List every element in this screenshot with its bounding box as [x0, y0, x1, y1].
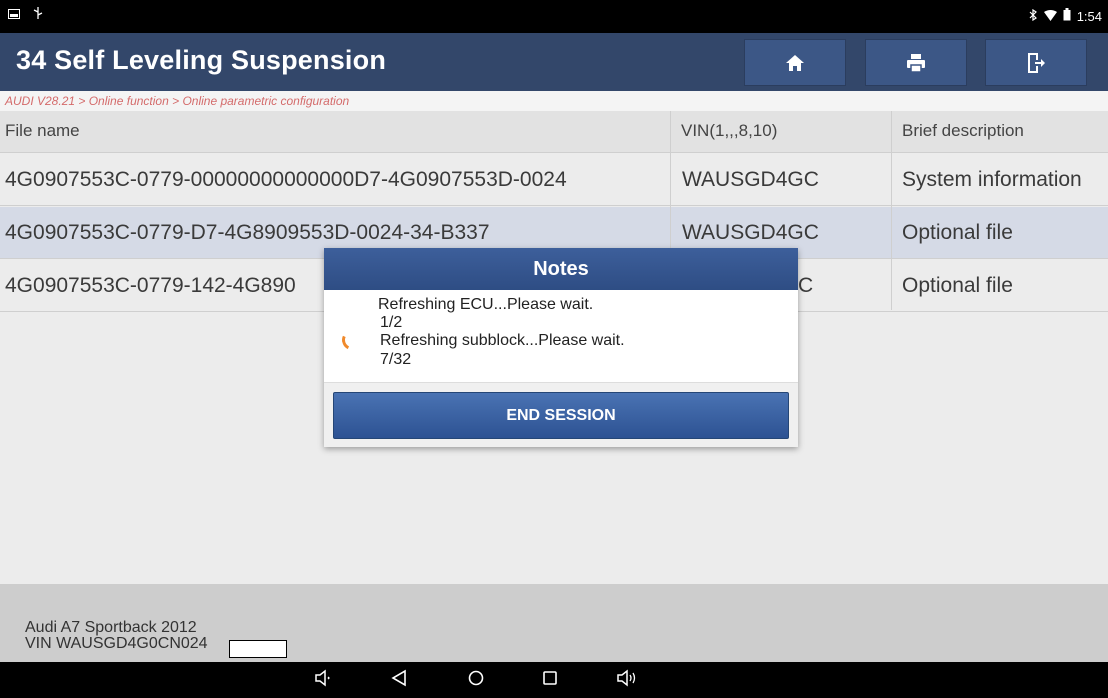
description-cell: System information	[902, 168, 1082, 191]
status-bar: 1:54	[0, 0, 1108, 33]
status-bar-left	[8, 7, 44, 22]
back-icon[interactable]	[391, 669, 407, 691]
column-header-description: Brief description	[902, 121, 1024, 140]
vin-cell: WAUSGD4GC	[682, 221, 819, 244]
dialog-title: Notes	[324, 248, 798, 290]
description-cell: Optional file	[902, 221, 1013, 244]
volume-up-icon[interactable]	[616, 669, 638, 691]
vin-cell: C	[798, 274, 814, 297]
vehicle-vin: VIN WAUSGD4G0CN024	[25, 635, 208, 652]
column-divider	[891, 111, 892, 310]
print-icon	[907, 53, 925, 73]
volume-down-icon[interactable]	[314, 669, 332, 691]
table-row[interactable]: 4G0907553C-0779-00000000000000D7-4G09075…	[0, 154, 1108, 206]
table-header: File name VIN(1,,,8,10) Brief descriptio…	[0, 111, 1108, 153]
end-session-button[interactable]: END SESSION	[333, 392, 789, 439]
file-name-cell: 4G0907553C-0779-D7-4G8909553D-0024-34-B3…	[5, 221, 490, 244]
title-bar: 34 Self Leveling Suspension	[0, 33, 1108, 91]
home-nav-icon[interactable]	[467, 669, 485, 691]
clock: 1:54	[1076, 8, 1102, 24]
file-name-cell: 4G0907553C-0779-00000000000000D7-4G09075…	[5, 168, 567, 191]
dialog-body: Refreshing ECU...Please wait. 1/2 Refres…	[324, 290, 798, 380]
loading-spinner-icon	[339, 327, 365, 353]
vehicle-model: Audi A7 Sportback 2012	[25, 619, 197, 636]
exit-button[interactable]	[985, 39, 1087, 86]
vehicle-info-footer: Audi A7 Sportback 2012 VIN WAUSGD4G0CN02…	[0, 584, 1108, 662]
redaction-box	[229, 640, 287, 658]
dialog-footer: END SESSION	[324, 382, 798, 447]
description-cell: Optional file	[902, 274, 1013, 297]
exit-icon	[1028, 52, 1045, 73]
column-header-file-name: File name	[5, 121, 80, 140]
print-button[interactable]	[865, 39, 967, 86]
notes-dialog: Notes Refreshing ECU...Please wait. 1/2 …	[324, 248, 798, 447]
dialog-message-line: Refreshing ECU...Please wait.	[378, 296, 594, 313]
home-button[interactable]	[744, 39, 846, 86]
usb-icon	[32, 7, 44, 22]
battery-icon	[1063, 8, 1071, 24]
image-icon	[8, 8, 20, 22]
dialog-message-line: Refreshing subblock...Please wait.	[380, 332, 625, 349]
recent-apps-icon[interactable]	[542, 669, 558, 691]
page-title: 34 Self Leveling Suspension	[16, 45, 387, 75]
status-bar-right: 1:54	[1029, 8, 1102, 24]
wifi-icon	[1043, 9, 1057, 24]
android-nav-bar	[0, 662, 1108, 698]
column-header-vin: VIN(1,,,8,10)	[681, 121, 778, 140]
home-icon	[786, 54, 804, 71]
vin-cell: WAUSGD4GC	[682, 168, 819, 191]
bluetooth-icon	[1029, 8, 1038, 24]
dialog-message-line: 7/32	[380, 351, 412, 368]
dialog-message-line: 1/2	[380, 314, 403, 331]
breadcrumb: AUDI V28.21 > Online function > Online p…	[0, 91, 1108, 111]
vehicle-info: Audi A7 Sportback 2012 VIN WAUSGD4G0CN02…	[25, 620, 208, 652]
